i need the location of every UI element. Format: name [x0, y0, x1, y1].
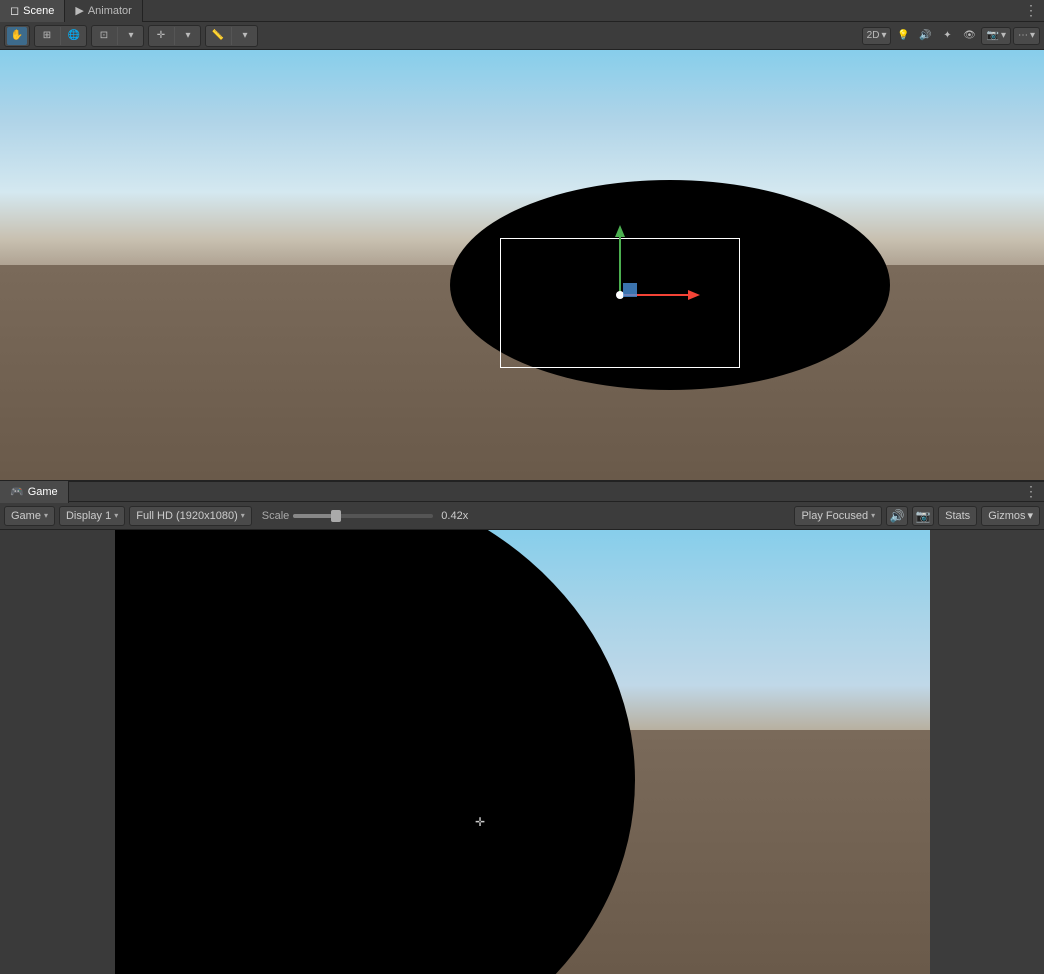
game-toolbar-right: Play Focused ▾ 🔊 📷 Stats Gizmos ▾ — [794, 506, 1040, 526]
toolbar-group-snap: ⊡ ▾ — [91, 25, 144, 47]
ruler-dropdown-button[interactable]: ▾ — [235, 27, 255, 45]
game-view-arrow: ▾ — [44, 511, 48, 520]
snap-settings-button[interactable]: ▾ — [121, 27, 141, 45]
mute-audio-button[interactable]: 🔊 — [886, 506, 908, 526]
resolution-dropdown[interactable]: Full HD (1920x1080) ▾ — [129, 506, 252, 526]
camera-arrow: ▾ — [1001, 30, 1006, 41]
separator3 — [174, 27, 175, 45]
game-view-dropdown[interactable]: Game ▾ — [4, 506, 55, 526]
game-view[interactable]: ✛ — [0, 530, 1044, 974]
overlay-dropdown[interactable]: ⋯ ▾ — [1013, 27, 1040, 45]
light-button[interactable]: 💡 — [893, 27, 913, 45]
scene-tab-icon: ◻ — [10, 4, 19, 17]
game-view-label: Game — [11, 510, 41, 522]
play-focused-label: Play Focused — [801, 510, 868, 522]
scale-slider-thumb — [331, 510, 341, 522]
mute-audio-icon: 🔊 — [890, 509, 905, 523]
scale-label: Scale — [262, 510, 290, 522]
audio-button[interactable]: 🔊 — [915, 27, 935, 45]
display-arrow: ▾ — [114, 511, 118, 520]
animator-tab[interactable]: ▶ Animator — [65, 0, 143, 22]
scene-toolbar: ✋ ⊞ 🌐 ⊡ ▾ ✛ ▾ 📏 ▾ 2D ▾ 💡 🔊 ✦ 👁 📷 ▾ ⋯ — [0, 22, 1044, 50]
scene-ellipse-object — [450, 180, 890, 390]
display-dropdown[interactable]: Display 1 ▾ — [59, 506, 125, 526]
separator2 — [117, 27, 118, 45]
grid-snap-button[interactable]: ⊡ — [94, 27, 114, 45]
ruler-button[interactable]: 📏 — [208, 27, 228, 45]
handle-tool-button[interactable]: ✋ — [7, 27, 27, 45]
game-tab-bar: 🎮 Game ⋮ — [0, 480, 1044, 502]
overlay-icon: ⋯ — [1018, 30, 1028, 41]
camera-dropdown[interactable]: 📷 ▾ — [981, 27, 1010, 45]
game-tab[interactable]: 🎮 Game — [0, 481, 69, 503]
separator — [60, 27, 61, 45]
game-tab-label: Game — [28, 486, 58, 498]
game-toolbar: Game ▾ Display 1 ▾ Full HD (1920x1080) ▾… — [0, 502, 1044, 530]
game-ellipse-object — [115, 530, 635, 974]
screenshot-button[interactable]: 📷 — [912, 506, 934, 526]
animator-tab-icon: ▶ — [75, 4, 83, 17]
game-tab-icon: 🎮 — [10, 485, 24, 498]
effects-button[interactable]: ✦ — [937, 27, 957, 45]
screenshot-icon: 📷 — [916, 509, 931, 523]
tab-more-button[interactable]: ⋮ — [1018, 2, 1044, 19]
scene-tab-label: Scene — [23, 5, 54, 17]
gizmos-arrow: ▾ — [1027, 509, 1033, 522]
game-tab-more-button[interactable]: ⋮ — [1018, 483, 1044, 500]
play-focused-button[interactable]: Play Focused ▾ — [794, 506, 882, 526]
scene-animator-tab-bar: ◻ Scene ▶ Animator ⋮ — [0, 0, 1044, 22]
game-left-panel — [0, 530, 115, 974]
stats-label: Stats — [945, 510, 970, 522]
global-button[interactable]: 🌐 — [64, 27, 84, 45]
scene-tab[interactable]: ◻ Scene — [0, 0, 65, 22]
toolbar-group-transform: ✛ ▾ — [148, 25, 201, 47]
overlay-arrow: ▾ — [1030, 30, 1035, 41]
scale-slider[interactable] — [293, 514, 433, 518]
game-canvas-area — [115, 530, 930, 974]
scale-slider-fill — [293, 514, 332, 518]
scale-value: 0.42x — [441, 510, 468, 522]
scale-slider-container[interactable] — [293, 514, 433, 518]
resolution-arrow: ▾ — [241, 511, 245, 520]
pivot-button[interactable]: ⊞ — [37, 27, 57, 45]
transform-button[interactable]: ✛ — [151, 27, 171, 45]
view2d-dropdown-arrow: ▾ — [881, 30, 886, 41]
toolbar-group-pivot: ⊞ 🌐 — [34, 25, 87, 47]
resolution-label: Full HD (1920x1080) — [136, 510, 238, 522]
transform-dropdown-button[interactable]: ▾ — [178, 27, 198, 45]
gizmos-label: Gizmos — [988, 510, 1025, 522]
animator-tab-label: Animator — [88, 5, 132, 17]
toolbar-right-group: 2D ▾ 💡 🔊 ✦ 👁 📷 ▾ ⋯ ▾ — [862, 27, 1040, 45]
camera-icon: 📷 — [986, 30, 998, 41]
view2d-label: 2D — [867, 30, 880, 41]
view2d-button[interactable]: 2D ▾ — [862, 27, 892, 45]
gizmos-button[interactable]: Gizmos ▾ — [981, 506, 1040, 526]
visibility-button[interactable]: 👁 — [959, 27, 979, 45]
display-label: Display 1 — [66, 510, 111, 522]
stats-button[interactable]: Stats — [938, 506, 977, 526]
toolbar-group-ruler: 📏 ▾ — [205, 25, 258, 47]
toolbar-group-handle: ✋ — [4, 25, 30, 47]
scene-view[interactable]: ✋ ✛ ↻ ⬜ ⤢ ◎ — [0, 50, 1044, 480]
play-focused-arrow: ▾ — [871, 511, 875, 520]
separator4 — [231, 27, 232, 45]
